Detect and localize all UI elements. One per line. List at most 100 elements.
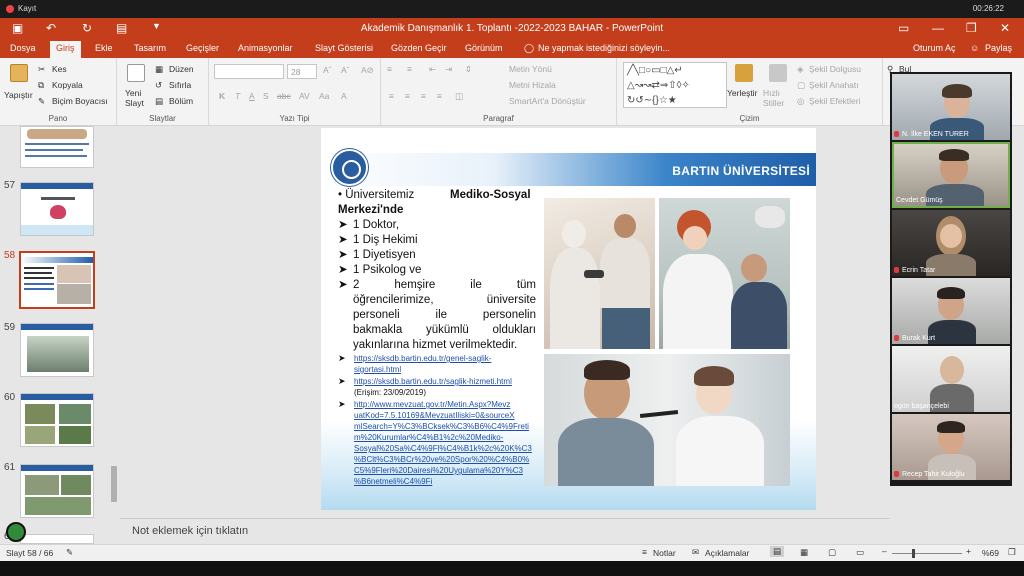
sign-in-link[interactable]: Oturum Aç [913,43,956,53]
spellcheck-icon[interactable]: ✎ [66,547,73,558]
section-icon[interactable]: ▤ [155,96,163,107]
copy-button[interactable]: Kopyala [52,80,83,90]
increase-indent-icon[interactable]: ⇥ [445,64,452,75]
shape-outline-button[interactable]: Şekil Anahatı [809,80,859,90]
tab-insert[interactable]: Ekle [95,43,113,53]
columns-icon[interactable]: ◫ [455,91,463,102]
maximize-icon[interactable]: ❐ [966,21,977,35]
thumbnail-61[interactable] [20,464,94,518]
notes-button[interactable]: Notlar [653,548,676,558]
shape-fill-icon[interactable]: ◈ [797,64,804,75]
scroll-thumb[interactable] [111,466,117,502]
line-spacing-icon[interactable]: ⇕ [465,64,472,75]
comments-button[interactable]: Açıklamalar [705,548,749,558]
participant-tile[interactable]: ogün başançelebi [892,346,1010,412]
paste-button[interactable]: Yapıştır [4,90,33,100]
clear-format-icon[interactable]: A⊘ [361,65,374,76]
thumbnail-scrollbar[interactable] [110,130,118,530]
font-family-input[interactable] [214,64,284,79]
layout-button[interactable]: Düzen [169,64,194,74]
bold-icon[interactable]: K [219,91,225,101]
participant-tile[interactable]: Burak Kurt [892,278,1010,344]
reference-link-3[interactable]: %B6netmeli%C4%9Fi [354,476,432,488]
participant-tile-active-speaker[interactable]: Cevdet Gümüş [892,142,1010,208]
numbering-icon[interactable]: ≡ [407,64,412,74]
ribbon-display-icon[interactable]: ▭ [898,21,909,35]
participant-tile[interactable]: Recep Tahir Kuloğlu [892,414,1010,480]
shape-outline-icon[interactable]: ▢ [797,80,805,91]
slide-sorter-icon[interactable]: ▦ [800,547,808,558]
shape-effects-icon[interactable]: ◎ [797,96,804,107]
grow-font-icon[interactable]: Aˆ [323,65,332,75]
zoom-slider[interactable] [892,549,962,558]
reference-link-1[interactable]: https://sksdb.bartin.edu.tr/genel-saglik… [354,353,491,365]
section-button[interactable]: Bölüm [169,96,193,106]
italic-icon[interactable]: T [235,91,240,101]
thumbnail-60[interactable] [20,393,94,447]
tab-design[interactable]: Tasarım [134,43,166,53]
tab-file[interactable]: Dosya [10,43,36,53]
underline-icon[interactable]: A [249,91,255,101]
reference-link-3[interactable]: http://www.mevzuat.gov.tr/Metin.Aspx?Mev… [354,399,510,411]
reference-link-3[interactable]: uatKod=7.5.10169&MevzuatIliski=0&sourceX [354,410,515,422]
pen-tool-icon[interactable] [6,522,26,542]
notes-pane[interactable]: Not eklemek için tıklatın [120,518,890,544]
cut-button[interactable]: Kes [52,64,67,74]
align-left-icon[interactable]: ≡ [389,91,394,101]
spacing-icon[interactable]: AV [299,91,310,101]
tab-animations[interactable]: Animasyonlar [238,43,293,53]
participant-tile[interactable]: Ecrin Tatar [892,210,1010,276]
reference-link-3[interactable]: mlSearch=Y%C3%BCksek%C3%B6%C4%9Freti [354,421,529,433]
thumbnail-58[interactable] [19,251,95,309]
thumbnail-59[interactable] [20,323,94,377]
strikethrough-icon[interactable]: abc [277,91,291,101]
reference-link-2[interactable]: https://sksdb.bartin.edu.tr/saglik-hizme… [354,376,512,388]
reset-icon[interactable]: ↺ [155,80,162,91]
quick-styles-icon[interactable] [769,64,787,82]
tab-review[interactable]: Gözden Geçir [391,43,447,53]
zoom-out-icon[interactable]: – [882,546,887,556]
tab-slideshow[interactable]: Slayt Gösterisi [315,43,373,53]
reference-link-1-cont[interactable]: sigortasi.html [354,364,401,376]
bullets-icon[interactable]: ≡ [387,64,392,74]
reading-view-icon[interactable]: ▢ [828,547,836,558]
align-text-button[interactable]: Metni Hizala [509,80,556,90]
tab-transitions[interactable]: Geçişler [186,43,219,53]
font-size-input[interactable]: 28 [287,64,317,79]
justify-icon[interactable]: ≡ [437,91,442,101]
reference-link-3[interactable]: Sosyal%20Sa%C4%9Fl%C4%B1k%2c%20K%C3 [354,443,532,455]
thumbnail-57[interactable] [20,182,94,236]
tab-home[interactable]: Giriş [50,41,81,58]
minimize-icon[interactable]: — [932,21,944,35]
participant-tile[interactable]: N. İlke EKEN TURER [892,74,1010,140]
notes-icon[interactable]: ≡ [642,547,647,557]
zoom-slider-thumb[interactable] [912,549,915,558]
decrease-indent-icon[interactable]: ⇤ [429,64,436,75]
reset-button[interactable]: Sıfırla [169,80,191,90]
new-slide-button[interactable]: Yeni Slayt [125,88,151,108]
tell-me-input[interactable]: Ne yapmak istediğinizi söyleyin... [538,43,670,53]
shapes-gallery[interactable]: ╱╲□○▭□△↵ △↝↝⇄⇒⇧◊✧ ↻↺∼{}☆★ [623,62,727,108]
thumbnail-56[interactable] [20,126,94,168]
smartart-button[interactable]: SmartArt'a Dönüştür [509,96,586,106]
share-button[interactable]: Paylaş [985,43,1012,53]
zoom-in-icon[interactable]: + [966,546,971,556]
font-color-icon[interactable]: A [341,91,347,101]
quick-styles-button[interactable]: Hızlı Stiller [763,88,793,108]
comments-icon[interactable]: ✉ [692,547,699,558]
align-center-icon[interactable]: ≡ [405,91,410,101]
align-right-icon[interactable]: ≡ [421,91,426,101]
paste-icon[interactable] [10,64,28,82]
format-painter-icon[interactable]: ✎ [38,96,45,107]
close-icon[interactable]: ✕ [1000,21,1010,35]
new-slide-icon[interactable] [127,64,145,82]
shadow-icon[interactable]: S [263,91,269,101]
reference-link-3[interactable]: C5%9Fleri%20Dairesi%20Uygulama%20Y%C3 [354,465,523,477]
reference-link-3[interactable]: %BClt%C3%BCr%20ve%20Spor%20%C4%B0% [354,454,529,466]
arrange-icon[interactable] [735,64,753,82]
arrange-button[interactable]: Yerleştir [727,88,757,98]
reference-link-3[interactable]: m%20Kurumlar%C4%B1%2c%20Mediko- [354,432,503,444]
shape-fill-button[interactable]: Şekil Dolgusu [809,64,861,74]
thumbnail-62[interactable] [20,534,94,544]
slideshow-icon[interactable]: ▭ [856,547,864,558]
